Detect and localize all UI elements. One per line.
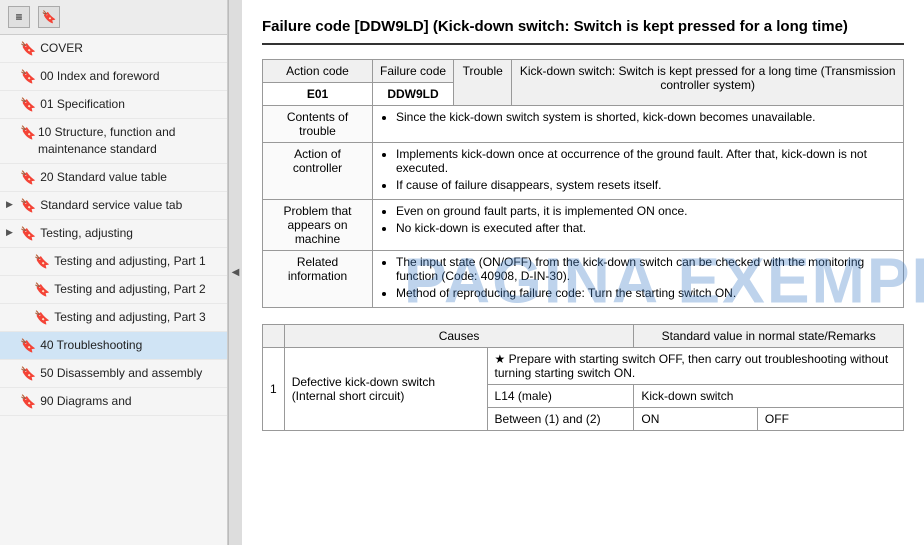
row-header: Related information xyxy=(263,251,373,308)
sidebar-item-cover[interactable]: 🔖COVER xyxy=(0,35,227,63)
list-item: Since the kick-down switch system is sho… xyxy=(396,110,896,124)
row-header: Action of controller xyxy=(263,143,373,200)
row-content: Implements kick-down once at occurrence … xyxy=(373,143,904,200)
sidebar-item-00-index[interactable]: 🔖00 Index and foreword xyxy=(0,63,227,91)
sidebar-item-testing-adj[interactable]: ▶ 🔖Testing, adjusting xyxy=(0,220,227,248)
expand-arrow-icon: ▶ xyxy=(6,199,16,210)
list-item: No kick-down is executed after that. xyxy=(396,221,896,235)
standard-col: Standard value in normal state/Remarks xyxy=(634,325,904,348)
sidebar-item-label: 50 Disassembly and assembly xyxy=(40,365,202,382)
list-item: The input state (ON/OFF) from the kick-d… xyxy=(396,255,896,283)
sidebar-item-std-service[interactable]: ▶ 🔖Standard service value tab xyxy=(0,192,227,220)
causes-row: 1 Defective kick-down switch (Internal s… xyxy=(263,348,904,385)
sidebar-item-label: 10 Structure, function and maintenance s… xyxy=(38,124,219,158)
cause-label: Defective kick-down switch (Internal sho… xyxy=(284,348,487,431)
failure-code-value: DDW9LD xyxy=(373,83,454,106)
between-label: Between (1) and (2) xyxy=(487,408,634,431)
list-item: Method of reproducing failure code: Turn… xyxy=(396,286,896,300)
sidebar-item-90-diagrams[interactable]: 🔖90 Diagrams and xyxy=(0,388,227,416)
table-row: Related information The input state (ON/O… xyxy=(263,251,904,308)
sidebar-item-label: 90 Diagrams and xyxy=(40,393,131,410)
col-trouble: Trouble xyxy=(454,60,512,106)
bookmark-icon: 🔖 xyxy=(34,310,50,326)
sidebar-item-label: COVER xyxy=(40,40,83,57)
bookmark-icon: 🔖 xyxy=(20,394,36,410)
col-trouble-desc: Kick-down switch: Switch is kept pressed… xyxy=(512,60,904,106)
bookmark-icon: 🔖 xyxy=(20,41,36,57)
prepare-note: ★ Prepare with starting switch OFF, then… xyxy=(487,348,903,385)
bookmark-icon: 🔖 xyxy=(20,125,34,141)
sidebar-item-label: 20 Standard value table xyxy=(40,169,167,186)
table-row: Action of controller Implements kick-down… xyxy=(263,143,904,200)
bookmark-icon: 🔖 xyxy=(20,338,36,354)
off-state: OFF xyxy=(757,408,903,431)
bookmark-icon: 🔖 xyxy=(20,170,36,186)
bookmark-icon: 🔖 xyxy=(20,198,36,214)
row-content: Since the kick-down switch system is sho… xyxy=(373,106,904,143)
sidebar-item-01-spec[interactable]: 🔖01 Specification xyxy=(0,91,227,119)
bookmark-icon: 🔖 xyxy=(34,254,50,270)
action-code-value: E01 xyxy=(263,83,373,106)
sidebar-item-label: Standard service value tab xyxy=(40,197,182,214)
sidebar-item-testing-adj-3[interactable]: 🔖Testing and adjusting, Part 3 xyxy=(0,304,227,332)
table-row: Problem that appears on machine Even on g… xyxy=(263,200,904,251)
col-failure-code: Failure code xyxy=(373,60,454,83)
page-title: Failure code [DDW9LD] (Kick-down switch:… xyxy=(262,16,904,45)
sidebar-item-label: 01 Specification xyxy=(40,96,125,113)
part-label: Kick-down switch xyxy=(634,385,904,408)
failure-info-table: Action code Failure code Trouble Kick-do… xyxy=(262,59,904,308)
sidebar-item-testing-adj-1[interactable]: 🔖Testing and adjusting, Part 1 xyxy=(0,248,227,276)
bookmark-icon: 🔖 xyxy=(20,366,36,382)
bookmark-icon: 🔖 xyxy=(20,97,36,113)
causes-num-col xyxy=(263,325,285,348)
row-number: 1 xyxy=(263,348,285,431)
sidebar-item-label: Testing, adjusting xyxy=(40,225,133,242)
sidebar-item-label: Testing and adjusting, Part 2 xyxy=(54,281,205,298)
col-action-code: Action code xyxy=(263,60,373,83)
sidebar-item-label: Testing and adjusting, Part 1 xyxy=(54,253,205,270)
collapse-handle[interactable]: ◀ xyxy=(228,0,242,545)
causes-table: Causes Standard value in normal state/Re… xyxy=(262,324,904,431)
sidebar-item-20-standard[interactable]: 🔖20 Standard value table xyxy=(0,164,227,192)
sidebar: ≡ 🔖 🔖COVER🔖00 Index and foreword🔖01 Spec… xyxy=(0,0,228,545)
bookmark-icon: 🔖 xyxy=(34,282,50,298)
sidebar-nav: 🔖COVER🔖00 Index and foreword🔖01 Specific… xyxy=(0,35,227,545)
row-header: Contents of trouble xyxy=(263,106,373,143)
causes-col: Causes xyxy=(284,325,634,348)
sidebar-item-50-disassembly[interactable]: 🔖50 Disassembly and assembly xyxy=(0,360,227,388)
sidebar-toolbar: ≡ 🔖 xyxy=(0,0,227,35)
connector-label: L14 (male) xyxy=(487,385,634,408)
list-item: If cause of failure disappears, system r… xyxy=(396,178,896,192)
row-content: Even on ground fault parts, it is implem… xyxy=(373,200,904,251)
on-state: ON xyxy=(634,408,758,431)
main-content: PAGINA EXEMPLU Failure code [DDW9LD] (Ki… xyxy=(242,0,924,545)
sidebar-item-label: 40 Troubleshooting xyxy=(40,337,142,354)
row-header: Problem that appears on machine xyxy=(263,200,373,251)
sidebar-item-label: Testing and adjusting, Part 3 xyxy=(54,309,205,326)
sidebar-item-testing-adj-2[interactable]: 🔖Testing and adjusting, Part 2 xyxy=(0,276,227,304)
bookmark-toolbar-icon[interactable]: 🔖 xyxy=(38,6,60,28)
sidebar-item-label: 00 Index and foreword xyxy=(40,68,159,85)
sidebar-item-40-trouble[interactable]: 🔖40 Troubleshooting xyxy=(0,332,227,360)
list-item: Implements kick-down once at occurrence … xyxy=(396,147,896,175)
list-item: Even on ground fault parts, it is implem… xyxy=(396,204,896,218)
table-row: Contents of trouble Since the kick-down s… xyxy=(263,106,904,143)
bookmark-icon: 🔖 xyxy=(20,226,36,242)
menu-icon[interactable]: ≡ xyxy=(8,6,30,28)
expand-arrow-icon: ▶ xyxy=(6,227,16,238)
row-content: The input state (ON/OFF) from the kick-d… xyxy=(373,251,904,308)
sidebar-item-10-structure[interactable]: 🔖10 Structure, function and maintenance … xyxy=(0,119,227,164)
bookmark-icon: 🔖 xyxy=(20,69,36,85)
